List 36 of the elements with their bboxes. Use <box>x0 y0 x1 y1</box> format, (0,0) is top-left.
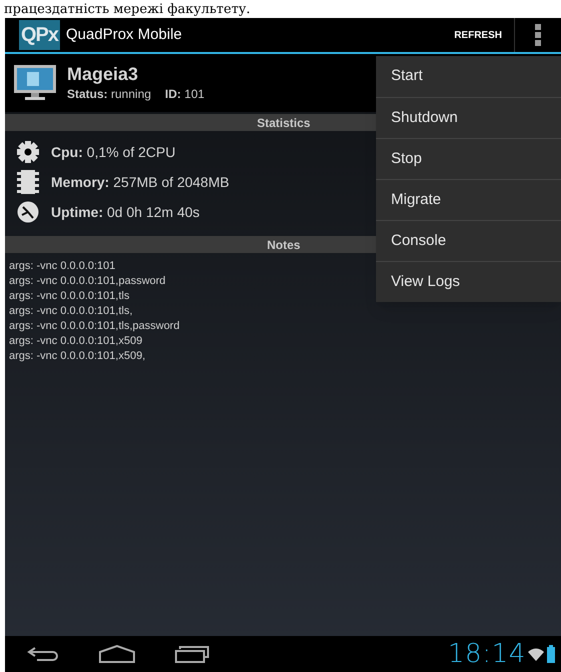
memory-chip-icon <box>17 169 39 195</box>
section-title: Statistics <box>257 114 310 132</box>
app-title: QuadProx Mobile <box>66 24 182 45</box>
menu-item[interactable]: Stop <box>376 138 561 179</box>
menu-item[interactable]: Start <box>376 56 561 97</box>
stat-text: Cpu: 0,1% of 2CPU <box>51 142 176 162</box>
back-icon[interactable] <box>27 646 61 662</box>
note-line: args: -vnc 0.0.0.0:101,tls,password <box>9 319 180 334</box>
vm-name: Mageia3 <box>67 63 140 85</box>
section-title: Notes <box>267 236 300 254</box>
vm-id: ID: 101 <box>165 86 204 103</box>
caption-text: працездатність мережі факультету. <box>4 2 250 18</box>
note-line: args: -vnc 0.0.0.0:101 <box>9 259 116 274</box>
recent-apps-icon[interactable] <box>175 645 209 663</box>
stat-text: Memory: 257MB of 2048MB <box>51 172 230 192</box>
battery-icon <box>547 645 555 663</box>
menu-item[interactable]: Migrate <box>376 179 561 220</box>
monitor-icon <box>13 64 57 102</box>
vm-status: Status: running <box>67 86 152 103</box>
refresh-button[interactable]: REFRESH <box>442 18 515 52</box>
menu-item[interactable]: Console <box>376 220 561 261</box>
menu-item[interactable]: View Logs <box>376 261 561 302</box>
note-line: args: -vnc 0.0.0.0:101,tls, <box>9 304 133 319</box>
wifi-icon <box>528 648 544 660</box>
note-line: args: -vnc 0.0.0.0:101,x509 <box>9 334 142 349</box>
clock: 18:14 <box>448 638 526 670</box>
note-line: args: -vnc 0.0.0.0:101,x509, <box>9 349 146 364</box>
stat-text: Uptime: 0d 0h 12m 40s <box>51 202 200 222</box>
home-icon[interactable] <box>99 645 135 663</box>
app-logo: QPx <box>19 20 60 50</box>
gear-icon <box>17 141 39 163</box>
note-line: args: -vnc 0.0.0.0:101,tls <box>9 289 130 304</box>
note-line: args: -vnc 0.0.0.0:101,password <box>9 274 166 289</box>
clock-icon <box>17 201 39 223</box>
overflow-menu-icon[interactable] <box>535 24 541 46</box>
menu-item[interactable]: Shutdown <box>376 97 561 138</box>
